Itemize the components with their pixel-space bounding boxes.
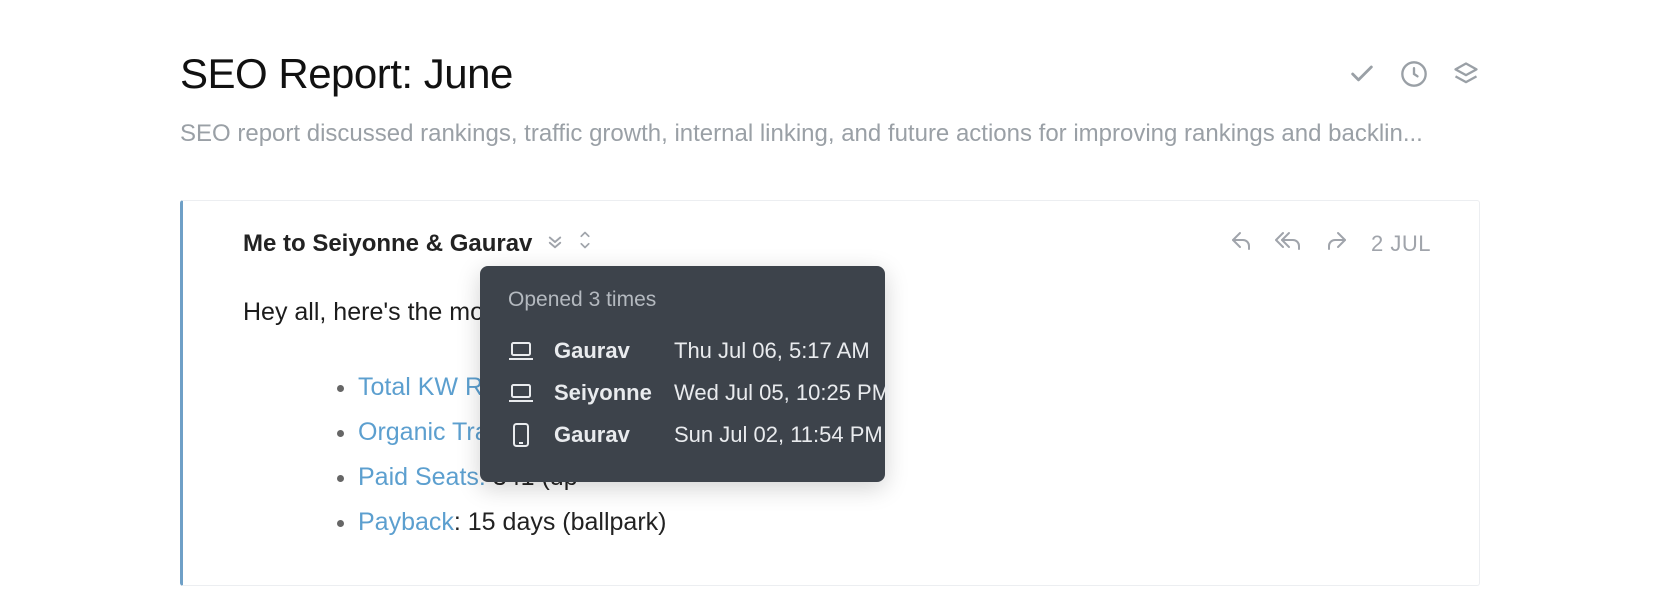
tooltip-name: Gaurav [554,422,654,448]
tooltip-timestamp: Sun Jul 02, 11:54 PM [674,422,883,448]
open-tracking-tooltip: Opened 3 times Gaurav Thu Jul 06, 5:17 A… [480,266,885,482]
layers-icon[interactable] [1452,60,1480,88]
laptop-icon [508,340,534,362]
header-actions [1348,60,1480,88]
tooltip-row: Gaurav Sun Jul 02, 11:54 PM [508,414,857,456]
clock-icon[interactable] [1400,60,1428,88]
tooltip-row: Gaurav Thu Jul 06, 5:17 AM [508,330,857,372]
link-text[interactable]: Paid Seats: [358,463,486,491]
reply-icon[interactable] [1229,229,1253,258]
from-line: Me to Seiyonne & Gaurav [243,229,594,258]
message-actions: 2 JUL [1229,229,1431,258]
tooltip-name: Seiyonne [554,380,654,406]
tooltip-timestamp: Wed Jul 05, 10:25 PM [674,380,890,406]
double-chevron-down-icon[interactable] [546,230,564,258]
list-item-rest: : 15 days (ballpark) [454,508,667,536]
message-date: 2 JUL [1371,231,1431,257]
checkmark-icon[interactable] [1348,60,1376,88]
tooltip-name: Gaurav [554,338,654,364]
laptop-icon [508,382,534,404]
tooltip-title: Opened 3 times [508,288,857,312]
page-title: SEO Report: June [180,50,513,98]
forward-icon[interactable] [1325,229,1349,258]
page-subtitle: SEO report discussed rankings, traffic g… [180,116,1480,152]
link-text[interactable]: Payback [358,508,454,536]
from-text: Me to Seiyonne & Gaurav [243,230,532,258]
tooltip-timestamp: Thu Jul 06, 5:17 AM [674,338,870,364]
mobile-icon [508,422,534,448]
reply-all-icon[interactable] [1275,229,1303,258]
list-item: Payback: 15 days (ballpark) [358,500,1431,545]
tooltip-row: Seiyonne Wed Jul 05, 10:25 PM [508,372,857,414]
expand-collapse-icon[interactable] [576,229,594,258]
